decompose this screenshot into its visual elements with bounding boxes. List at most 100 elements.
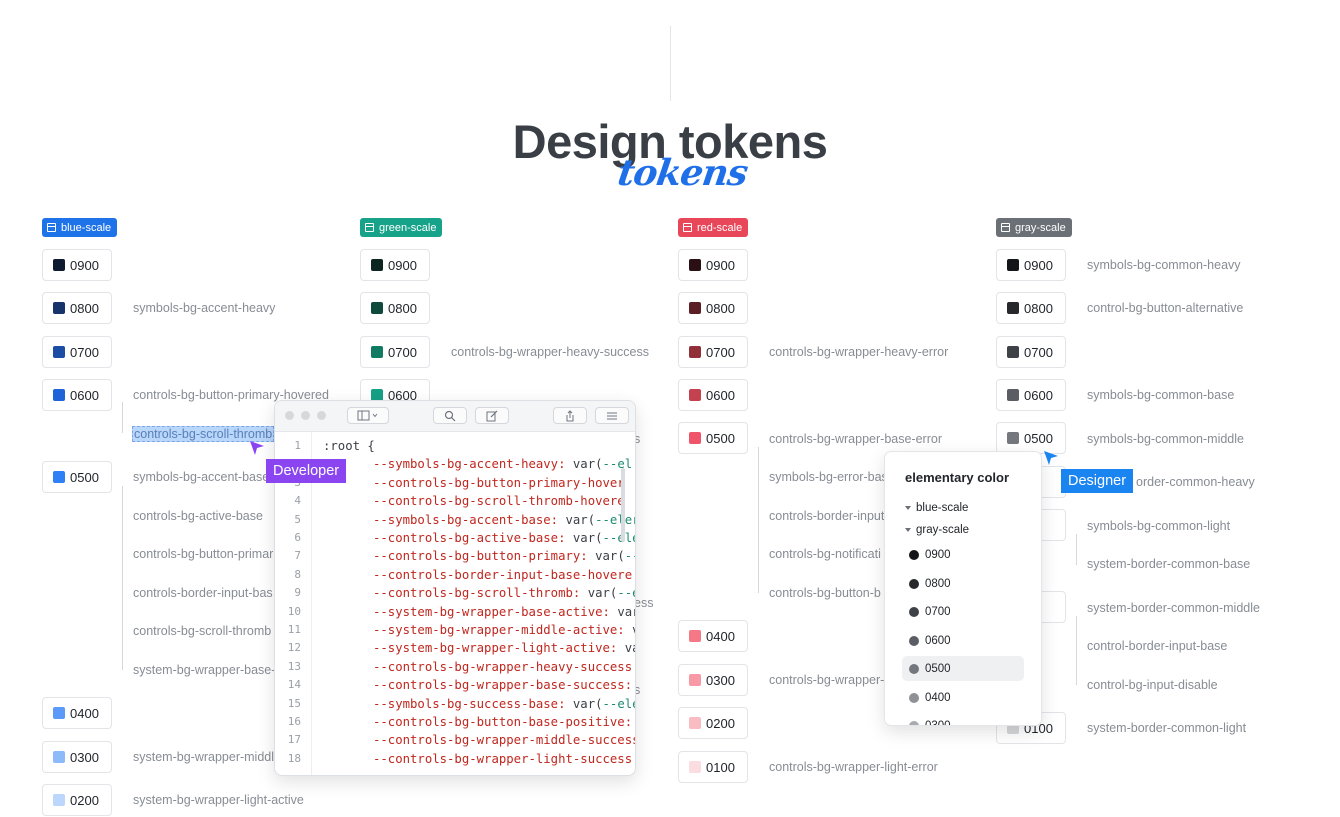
- red-chip-0300[interactable]: 0300: [678, 664, 748, 696]
- blue-chip-0900[interactable]: 0900: [42, 249, 112, 281]
- color-swatch: [53, 259, 65, 271]
- css-variable-name: --symbols-bg-accent-base:: [373, 512, 559, 527]
- token-name[interactable]: controls-border-input-bas: [133, 586, 273, 600]
- red-chip-0900[interactable]: 0900: [678, 249, 748, 281]
- red-scale-badge[interactable]: red-scale: [678, 218, 749, 237]
- token-name[interactable]: system-border-common-middle: [1087, 601, 1260, 615]
- green-chip-0900[interactable]: 0900: [360, 249, 430, 281]
- edit-button[interactable]: [475, 407, 509, 424]
- color-swatch: [689, 346, 701, 358]
- search-button[interactable]: [433, 407, 467, 424]
- item-label: 0400: [925, 691, 951, 704]
- code-line: --controls-bg-wrapper-middle-success: [373, 733, 635, 747]
- green-chip-0700[interactable]: 0700: [360, 336, 430, 368]
- gray-chip-0800[interactable]: 0800: [996, 292, 1066, 324]
- chip-label: 0200: [706, 715, 735, 731]
- popover-color-item[interactable]: 0400: [902, 685, 1024, 710]
- blue-chip-0800[interactable]: 0800: [42, 292, 112, 324]
- red-chip-0800[interactable]: 0800: [678, 292, 748, 324]
- token-name[interactable]: controls-bg-button-b: [769, 586, 881, 600]
- chip-label: 0800: [1024, 300, 1053, 316]
- token-name[interactable]: symbols-bg-error-bas: [769, 470, 888, 484]
- token-name[interactable]: control-border-input-base: [1087, 639, 1227, 653]
- code-line: --controls-bg-wrapper-light-success: [373, 752, 632, 766]
- token-name[interactable]: symbols-bg-accent-heavy: [133, 301, 275, 315]
- blue-chip-0400[interactable]: 0400: [42, 697, 112, 729]
- token-name[interactable]: system-bg-wrapper-middl: [133, 750, 274, 764]
- red-chip-0500[interactable]: 0500: [678, 422, 748, 454]
- tree-line: [122, 486, 123, 670]
- popover-color-item[interactable]: 0900: [902, 542, 1024, 567]
- css-var-argument: --e: [617, 586, 635, 601]
- token-name-partial[interactable]: ess: [634, 596, 653, 610]
- popover-group-gray-scale[interactable]: gray-scale: [905, 524, 969, 536]
- css-var-argument: --el: [602, 457, 633, 472]
- popover-color-item-selected[interactable]: 0500: [902, 656, 1024, 681]
- token-name[interactable]: symbols-bg-common-heavy: [1087, 258, 1241, 272]
- token-name[interactable]: symbols-bg-common-light: [1087, 519, 1230, 533]
- token-name[interactable]: controls-bg-scroll-thromb: [133, 624, 271, 638]
- popover-group-blue-scale[interactable]: blue-scale: [905, 502, 968, 514]
- red-chip-0400[interactable]: 0400: [678, 620, 748, 652]
- color-swatch: [689, 389, 701, 401]
- color-swatch: [909, 635, 919, 646]
- blue-chip-0600[interactable]: 0600: [42, 379, 112, 411]
- token-name[interactable]: symbols-bg-common-middle: [1087, 432, 1244, 446]
- editor-body[interactable]: 123456789101112131415161718 :root {--sym…: [275, 432, 635, 775]
- token-name[interactable]: controls-bg-wrapper-heavy-error: [769, 345, 948, 359]
- chip-label: 0700: [70, 344, 99, 360]
- token-name[interactable]: controls-bg-button-primar: [133, 547, 273, 561]
- token-name[interactable]: symbols-bg-common-base: [1087, 388, 1234, 402]
- sidebar-toggle-button[interactable]: [347, 407, 389, 424]
- popover-color-item[interactable]: 0600: [902, 628, 1024, 653]
- list-button[interactable]: [595, 407, 629, 424]
- red-chip-0200[interactable]: 0200: [678, 707, 748, 739]
- token-name[interactable]: system-bg-wrapper-light-active: [133, 793, 304, 807]
- token-name[interactable]: controls-bg-wrapper-: [769, 673, 884, 687]
- line-number: 18: [287, 751, 301, 765]
- green-chip-0800[interactable]: 0800: [360, 292, 430, 324]
- blue-chip-0500[interactable]: 0500: [42, 461, 112, 493]
- gray-chip-0600[interactable]: 0600: [996, 379, 1066, 411]
- blue-chip-0700[interactable]: 0700: [42, 336, 112, 368]
- frame-icon: [1001, 223, 1010, 232]
- share-button[interactable]: [553, 407, 587, 424]
- green-scale-badge[interactable]: green-scale: [360, 218, 443, 237]
- gray-chip-0700[interactable]: 0700: [996, 336, 1066, 368]
- red-chip-0600[interactable]: 0600: [678, 379, 748, 411]
- css-var-function: var(: [587, 586, 618, 601]
- token-name[interactable]: controls-bg-wrapper-base-error: [769, 432, 942, 446]
- token-name[interactable]: system-border-common-light: [1087, 721, 1246, 735]
- gray-chip-0900[interactable]: 0900: [996, 249, 1066, 281]
- popover-color-item[interactable]: 0700: [902, 599, 1024, 624]
- css-var-function: var(: [565, 512, 596, 527]
- window-close-button[interactable]: [285, 411, 294, 420]
- token-name[interactable]: controls-bg-active-base: [133, 509, 263, 523]
- line-number: 11: [287, 623, 301, 636]
- token-name-partial[interactable]: order-common-heavy: [1136, 475, 1255, 489]
- chip-label: 0300: [70, 749, 99, 765]
- red-chip-0100[interactable]: 0100: [678, 751, 748, 783]
- token-name[interactable]: system-border-common-base: [1087, 557, 1250, 571]
- chip-label: 0700: [1024, 344, 1053, 360]
- red-chip-0700[interactable]: 0700: [678, 336, 748, 368]
- blue-chip-0200[interactable]: 0200: [42, 784, 112, 816]
- token-name[interactable]: system-bg-wrapper-base-: [133, 663, 275, 677]
- popover-color-item[interactable]: 0800: [902, 571, 1024, 596]
- popover-color-item[interactable]: 0300: [902, 713, 1024, 725]
- window-minimize-button[interactable]: [301, 411, 310, 420]
- token-name[interactable]: symbols-bg-accent-base: [133, 470, 269, 484]
- token-name[interactable]: controls-bg-notificati: [769, 547, 881, 561]
- token-name[interactable]: controls-bg-wrapper-heavy-success: [451, 345, 649, 359]
- color-swatch: [909, 578, 919, 589]
- chip-label: 0900: [1024, 257, 1053, 273]
- blue-scale-badge[interactable]: blue-scale: [42, 218, 118, 237]
- blue-chip-0300[interactable]: 0300: [42, 741, 112, 773]
- token-name[interactable]: controls-border-input: [769, 509, 884, 523]
- gray-scale-badge[interactable]: gray-scale: [996, 218, 1072, 237]
- editor-scrollbar[interactable]: [621, 468, 625, 542]
- window-zoom-button[interactable]: [317, 411, 326, 420]
- token-name[interactable]: controls-bg-wrapper-light-error: [769, 760, 938, 774]
- token-name[interactable]: control-bg-input-disable: [1087, 678, 1218, 692]
- token-name[interactable]: control-bg-button-alternative: [1087, 301, 1243, 315]
